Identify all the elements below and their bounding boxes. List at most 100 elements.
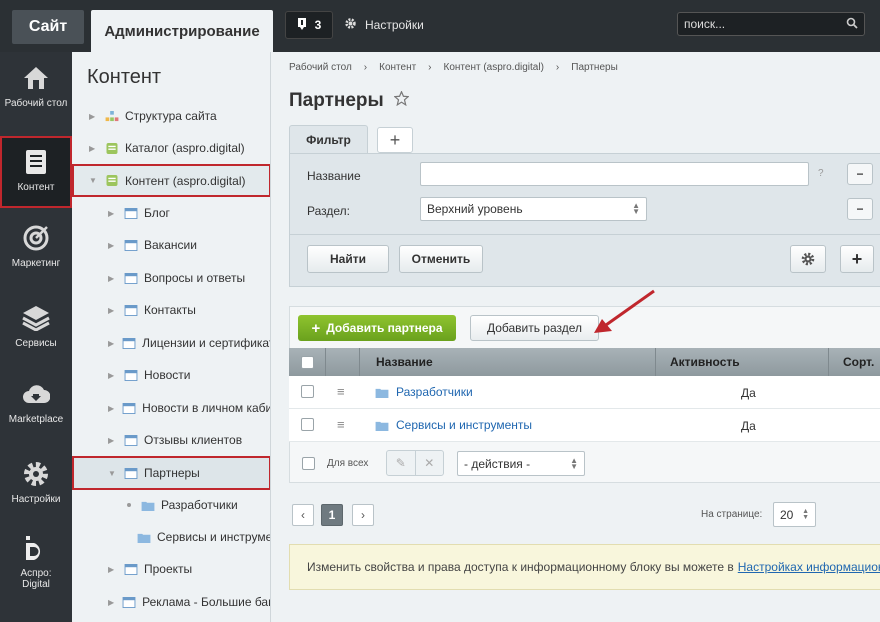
tree-item[interactable]: ▶ Проекты [72,556,270,582]
add-filter-button[interactable]: + [377,127,413,153]
find-button[interactable]: Найти [307,245,389,273]
collapse-arrow-icon[interactable]: ▼ [108,469,116,478]
iblock-icon [124,272,138,284]
current-page[interactable]: 1 [321,504,343,526]
menu-item-settings[interactable]: Настройки [0,460,72,505]
gear-icon [22,460,50,488]
filter-settings-button[interactable] [790,245,826,273]
tree-item[interactable]: ▶ Контакты [72,297,270,323]
search-input[interactable]: поиск... [677,12,865,36]
per-page-select[interactable]: 20 ▲ ▼ [773,502,816,527]
add-partner-button[interactable]: + Добавить партнера [298,315,456,341]
menu-item-services[interactable]: Сервисы [0,304,72,349]
expand-arrow-icon[interactable]: ▶ [108,241,116,250]
tree-title: Контент [87,66,162,88]
expand-arrow-icon[interactable]: ▶ [108,598,114,607]
expand-arrow-icon[interactable]: ▶ [89,112,97,121]
drag-handle-icon[interactable]: ≡ [337,417,345,432]
breadcrumb-item[interactable]: Контент (aspro.digital) [444,62,544,73]
tree-item-label: Отзывы клиентов [144,433,243,447]
tree-item[interactable]: ▶ Лицензии и сертификаты [72,330,270,356]
menu-label: Аспро: Digital [20,568,52,590]
target-icon [22,224,50,252]
tree-item[interactable]: ▶ Каталог (aspro.digital) [72,135,270,161]
expand-arrow-icon[interactable]: ▶ [108,436,116,445]
add-filter-field-button[interactable]: + [840,245,874,273]
tree-item[interactable]: ▶ Отзывы клиентов [72,427,270,453]
row-name-link[interactable]: Разработчики [375,385,473,399]
folder-icon [137,533,151,543]
tree-item[interactable]: ▶ Структура сайта [72,103,270,129]
tree-item[interactable]: ▶ Новости [72,362,270,388]
tree-item[interactable]: Разработчики [72,492,270,518]
row-checkbox[interactable] [301,385,314,398]
iblock-icon [124,467,138,479]
for-all-checkbox[interactable] [302,457,315,470]
filter-name-label: Название [307,169,361,183]
table-row[interactable]: ≡ Сервисы и инструменты Да [289,409,880,442]
gear-icon [801,252,815,266]
filter-name-input[interactable] [420,162,809,186]
next-page-button[interactable]: › [352,504,374,526]
actions-select[interactable]: - действия - ▲ ▼ [457,451,585,476]
expand-arrow-icon[interactable]: ▶ [108,306,116,315]
iblock-icon [122,402,136,414]
tree-item[interactable]: ▶ Блог [72,200,270,226]
tree-item[interactable]: ▶ Реклама - Большие баннеры [72,589,270,615]
expand-arrow-icon[interactable]: ▶ [108,339,114,348]
expand-arrow-icon[interactable]: ▶ [108,209,116,218]
settings-link[interactable]: Настройки [344,11,424,39]
cancel-button[interactable]: Отменить [399,245,483,273]
notice-link[interactable]: Настройках информационного блока [738,560,880,574]
expand-arrow-icon[interactable]: ▶ [89,144,97,153]
drag-handle-icon[interactable]: ≡ [337,384,345,399]
folder-icon [375,389,389,399]
delete-icon[interactable]: ✕ [416,451,444,475]
row-active: Да [741,419,756,433]
table-row[interactable]: ≡ Разработчики Да [289,376,880,409]
column-header-sort[interactable]: Сорт. [829,348,880,376]
menu-item-marketplace[interactable]: Marketplace [0,380,72,425]
select-all-checkbox[interactable] [300,355,314,369]
tree-item[interactable]: ▶ Вопросы и ответы [72,265,270,291]
menu-item-aspro[interactable]: Аспро: Digital [0,534,72,590]
collapse-arrow-icon[interactable]: ▼ [89,176,97,185]
tree-item-partners[interactable]: ▼ Партнеры [72,456,270,490]
row-checkbox[interactable] [301,418,314,431]
tree-item-label: Вопросы и ответы [144,271,246,285]
expand-arrow-icon[interactable]: ▶ [108,404,114,413]
add-section-button[interactable]: Добавить раздел [470,315,599,341]
tree-item[interactable]: ▶ Вакансии [72,232,270,258]
remove-filter-name-button[interactable]: − [847,163,873,185]
column-header-name[interactable]: Название [360,348,656,376]
iblock-icon [124,304,138,316]
menu-item-content[interactable]: Контент [0,136,72,208]
tab-filter[interactable]: Фильтр [289,125,368,154]
remove-filter-section-button[interactable]: − [847,198,873,220]
notifications-button[interactable]: 3 [285,11,333,39]
star-icon[interactable] [393,90,410,112]
column-header-active[interactable]: Активность [656,348,829,376]
breadcrumb-item[interactable]: Рабочий стол [289,62,352,73]
expand-arrow-icon[interactable]: ▶ [108,565,116,574]
tree-item-content-aspro[interactable]: ▼ Контент (aspro.digital) [72,164,270,197]
tab-site[interactable]: Сайт [12,10,84,44]
filter-section-select[interactable]: Верхний уровень ▲ ▼ [420,197,647,221]
menu-item-desktop[interactable]: Рабочий стол [0,64,72,109]
expand-arrow-icon[interactable]: ▶ [108,274,116,283]
breadcrumb-item[interactable]: Контент [379,62,416,73]
select-arrows-icon: ▲ ▼ [632,201,640,216]
expand-arrow-icon[interactable]: ▶ [108,371,116,380]
tree-item[interactable]: ▶ Новости в личном кабинете [72,395,270,421]
search-icon[interactable] [846,17,858,32]
iblock-icon [124,563,138,575]
tab-administration[interactable]: Администрирование [91,10,273,52]
prev-page-button[interactable]: ‹ [292,504,314,526]
add-partner-label: Добавить партнера [326,321,443,335]
chevron-right-icon: › [428,62,432,73]
row-name-link[interactable]: Сервисы и инструменты [375,418,532,432]
menu-item-marketing[interactable]: Маркетинг [0,224,72,269]
tree-item[interactable]: Сервисы и инструменты [72,524,270,550]
help-icon[interactable]: ? [818,168,824,179]
edit-icon[interactable]: ✎ [387,451,416,475]
